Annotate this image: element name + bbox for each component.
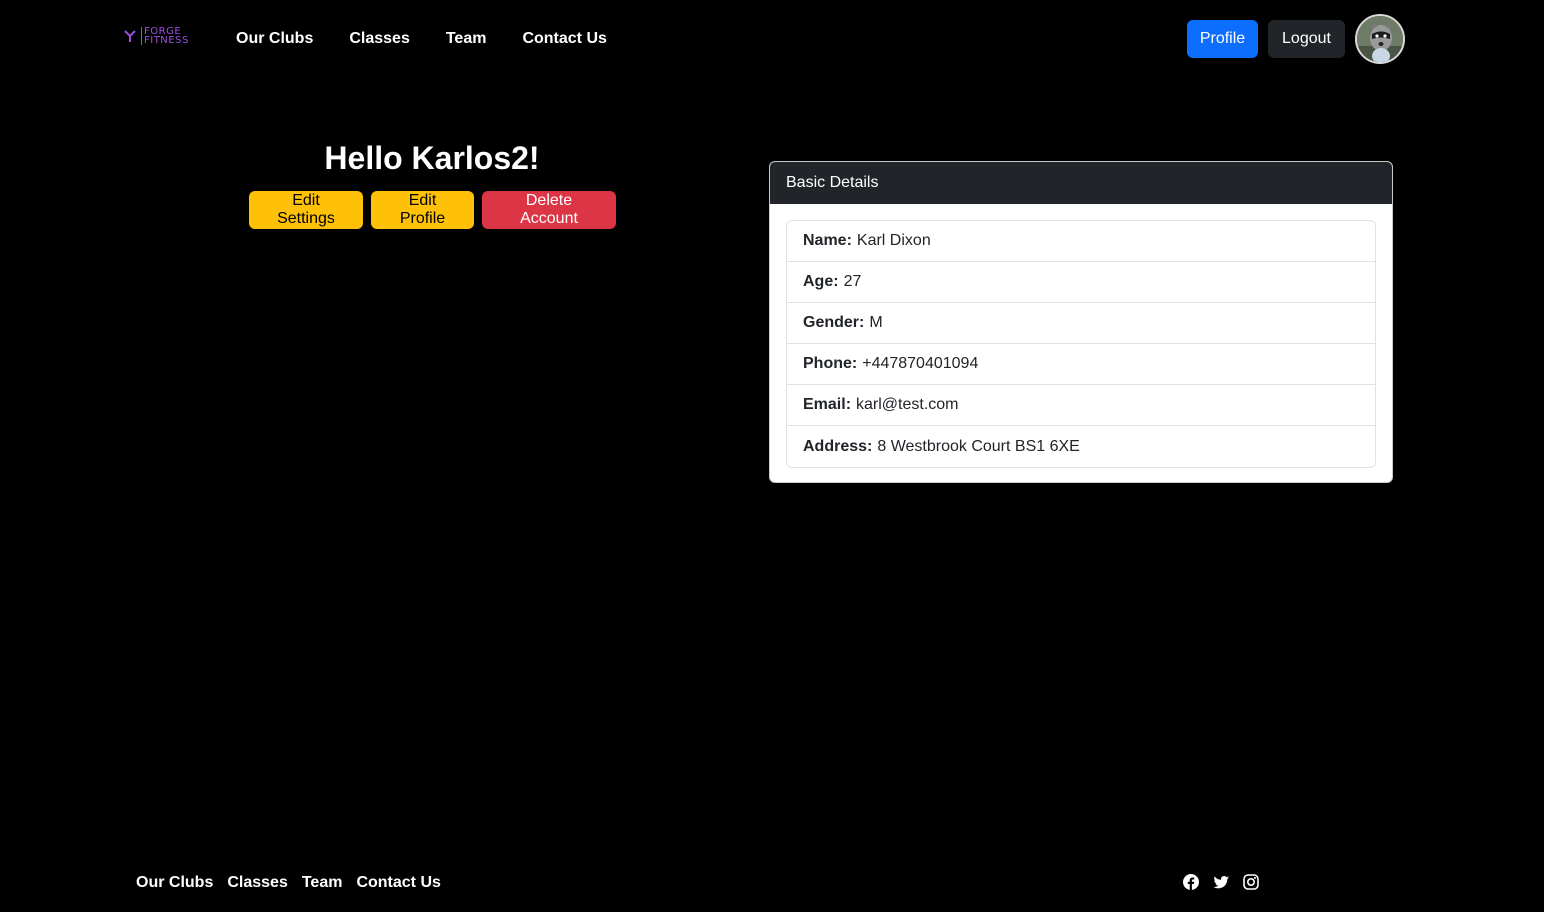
detail-value: karl@test.com [856, 396, 959, 413]
main-nav: Our Clubs Classes Team Contact Us [236, 28, 643, 50]
detail-value: 27 [843, 273, 862, 290]
details-list: Name: Karl Dixon Age: 27 Gender: M Phone… [786, 220, 1376, 468]
brand-wordmark: FORGE FITNESS [141, 27, 189, 46]
footer-team[interactable]: Team [302, 872, 343, 894]
detail-value: M [869, 314, 883, 331]
detail-gender: Gender: M [787, 303, 1375, 344]
nav-team[interactable]: Team [446, 28, 487, 50]
logout-button[interactable]: Logout [1268, 20, 1345, 58]
navbar: FORGE FITNESS Our Clubs Classes Team Con… [0, 0, 1544, 80]
detail-label: Age: [803, 273, 839, 290]
detail-label: Address: [803, 437, 873, 455]
instagram-icon[interactable] [1243, 874, 1259, 890]
delete-account-button[interactable]: Delete Account [482, 191, 616, 229]
detail-label: Email: [803, 396, 852, 413]
card-body: Name: Karl Dixon Age: 27 Gender: M Phone… [770, 204, 1392, 482]
detail-value: +447870401094 [862, 355, 979, 372]
detail-value: 8 Westbrook Court BS1 6XE [877, 437, 1080, 455]
detail-phone: Phone: +447870401094 [787, 344, 1375, 385]
facebook-icon[interactable] [1183, 874, 1199, 890]
edit-profile-button[interactable]: Edit Profile [371, 191, 474, 229]
detail-label: Gender: [803, 314, 865, 331]
detail-label: Name: [803, 232, 852, 249]
nav-classes[interactable]: Classes [349, 28, 410, 50]
nav-our-clubs[interactable]: Our Clubs [236, 28, 313, 50]
avatar[interactable] [1355, 14, 1405, 64]
footer-contact-us[interactable]: Contact Us [356, 872, 440, 894]
dumbbell-logo-icon [124, 30, 136, 42]
page-title: Hello Karlos2! [324, 140, 540, 176]
footer-our-clubs[interactable]: Our Clubs [136, 872, 213, 894]
account-actions: Edit Settings Edit Profile Delete Accoun… [249, 191, 616, 229]
card-header: Basic Details [770, 162, 1392, 204]
footer-nav: Our Clubs Classes Team Contact Us [136, 872, 455, 894]
brand-logo[interactable]: FORGE FITNESS [124, 27, 189, 46]
detail-email: Email: karl@test.com [787, 385, 1375, 426]
twitter-icon[interactable] [1213, 874, 1229, 890]
detail-value: Karl Dixon [856, 232, 931, 249]
social-links [1183, 874, 1259, 890]
footer-classes[interactable]: Classes [227, 872, 288, 894]
brand-line-2: FITNESS [144, 35, 189, 46]
user-avatar-icon [1357, 16, 1403, 62]
nav-contact-us[interactable]: Contact Us [522, 28, 606, 50]
profile-button[interactable]: Profile [1187, 20, 1258, 58]
edit-settings-button[interactable]: Edit Settings [249, 191, 363, 229]
basic-details-card: Basic Details Name: Karl Dixon Age: 27 G… [769, 161, 1393, 483]
detail-label: Phone: [803, 355, 858, 372]
detail-address: Address: 8 Westbrook Court BS1 6XE [787, 426, 1375, 467]
detail-name: Name: Karl Dixon [787, 221, 1375, 262]
detail-age: Age: 27 [787, 262, 1375, 303]
